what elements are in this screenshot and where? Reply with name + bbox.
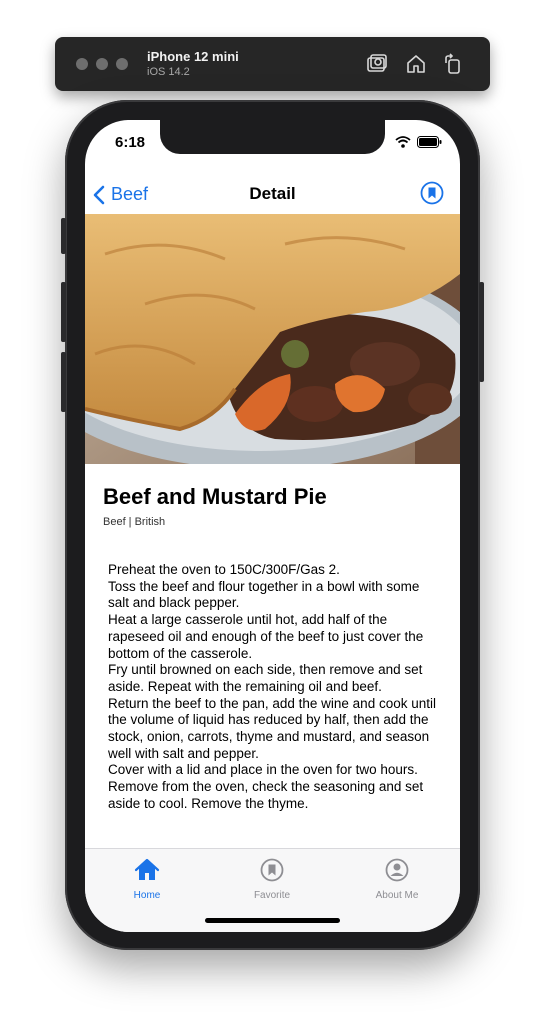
tab-about-me[interactable]: About Me <box>357 857 437 901</box>
recipe-image <box>85 214 460 464</box>
bookmark-icon[interactable] <box>420 181 444 205</box>
power-button <box>479 282 484 382</box>
device-name: iPhone 12 mini <box>147 49 239 64</box>
tab-home[interactable]: Home <box>107 857 187 901</box>
navigation-bar: Beef Detail <box>85 176 460 214</box>
window-zoom-dot[interactable] <box>116 58 128 70</box>
os-version: iOS 14.2 <box>147 66 190 78</box>
notch <box>160 120 385 154</box>
tab-home-label: Home <box>133 890 161 901</box>
recipe-category: Beef | British <box>103 516 166 528</box>
house-icon <box>134 858 160 880</box>
recipe-instructions: Preheat the oven to 150C/300F/Gas 2. Tos… <box>108 562 436 811</box>
tab-favorite[interactable]: Favorite <box>232 857 312 901</box>
status-icons <box>395 136 442 148</box>
mute-switch <box>61 218 66 254</box>
volume-down-button <box>61 352 66 412</box>
battery-icon <box>417 136 442 148</box>
simulator-toolbar: iPhone 12 mini iOS 14.2 <box>55 37 490 91</box>
volume-up-button <box>61 282 66 342</box>
home-icon[interactable] <box>404 52 428 76</box>
rotate-icon[interactable] <box>441 52 465 76</box>
bookmark-icon <box>260 858 284 882</box>
person-icon <box>385 858 409 882</box>
phone-screen: 6:18 Beef Detail Beef and Mustard Pie Be… <box>85 120 460 932</box>
tab-favorite-label: Favorite <box>253 890 291 901</box>
home-indicator <box>205 918 340 923</box>
window-minimize-dot[interactable] <box>96 58 108 70</box>
recipe-title: Beef and Mustard Pie <box>103 484 327 509</box>
window-close-dot[interactable] <box>76 58 88 70</box>
wifi-icon <box>395 136 411 148</box>
tab-about-me-label: About Me <box>375 890 419 901</box>
page-title: Detail <box>249 184 296 203</box>
status-time: 6:18 <box>115 134 146 151</box>
screenshot-icon[interactable] <box>365 52 389 76</box>
